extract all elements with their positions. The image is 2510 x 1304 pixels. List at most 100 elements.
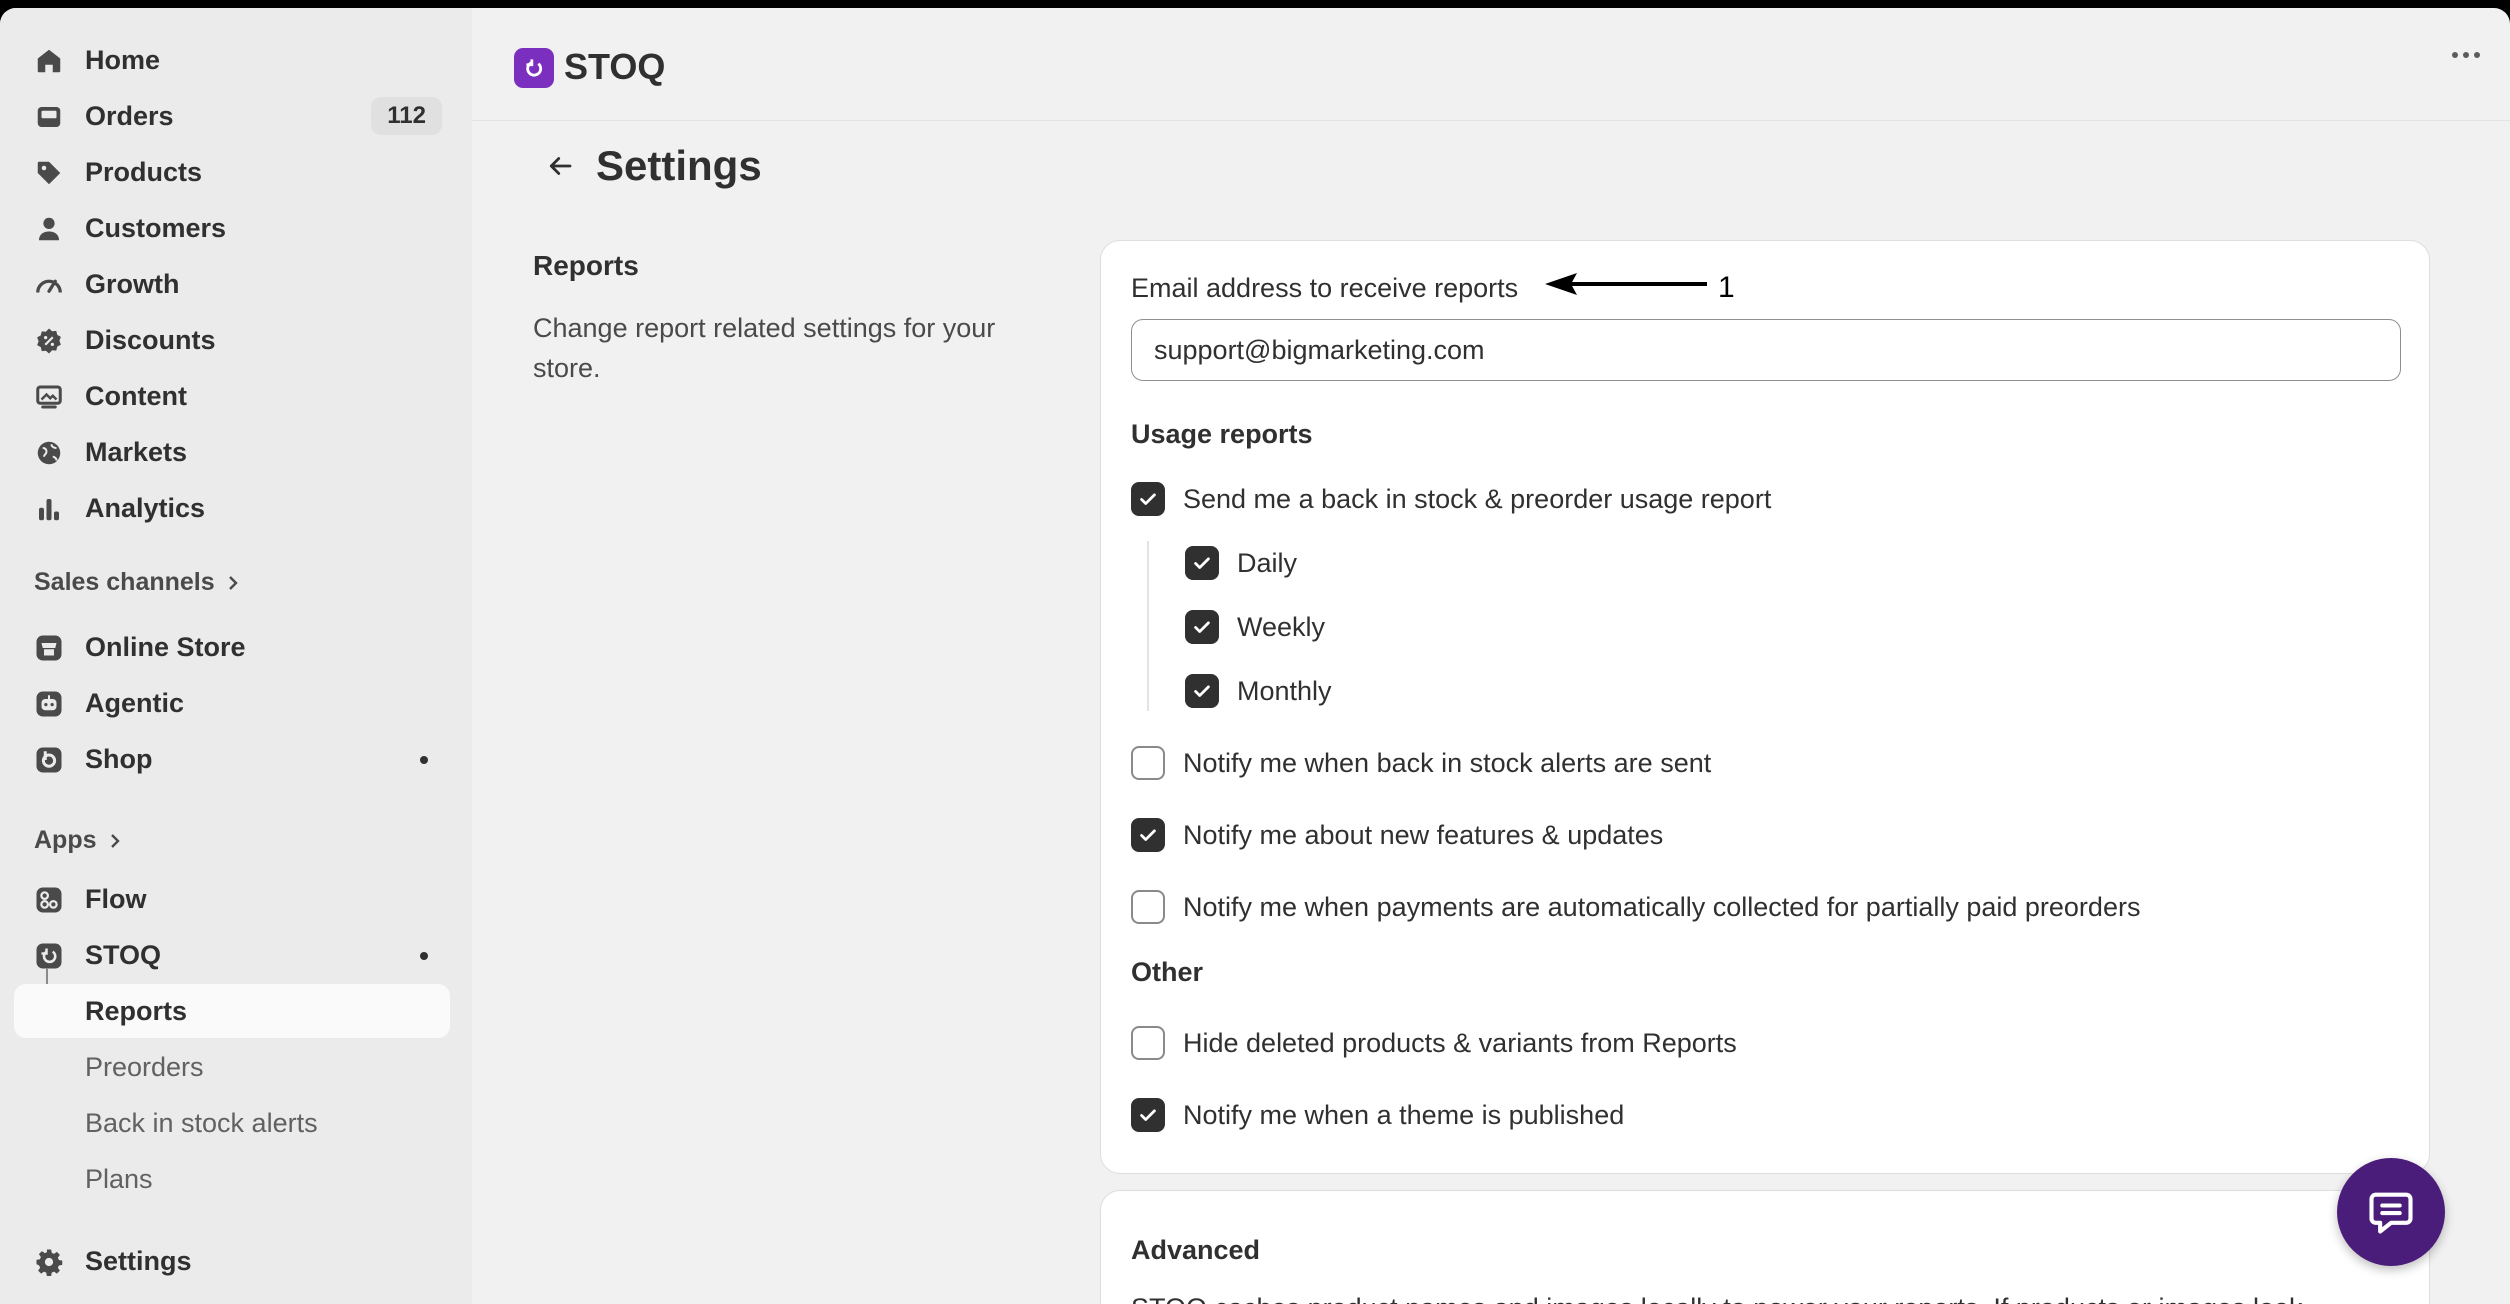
checkbox[interactable] [1131, 1098, 1165, 1132]
status-dot [420, 756, 428, 764]
monthly-checkbox-row[interactable]: Monthly [1185, 673, 1332, 709]
checkbox[interactable] [1185, 610, 1219, 644]
advanced-description: STOQ caches product names and images loc… [1131, 1293, 2303, 1304]
daily-checkbox-row[interactable]: Daily [1185, 545, 1297, 581]
app-header: STOQ [472, 8, 2510, 121]
page-title: Settings [596, 142, 762, 189]
discount-icon [34, 326, 64, 356]
sidebar-item-markets[interactable]: Markets [14, 425, 450, 479]
hide-deleted-checkbox-row[interactable]: Hide deleted products & variants from Re… [1131, 1025, 1737, 1061]
sidebar-subitem-reports[interactable]: Reports [14, 984, 450, 1038]
checkbox[interactable] [1131, 746, 1165, 780]
sidebar-item-label: Content [85, 380, 187, 411]
gauge-icon [34, 270, 64, 300]
sidebar-item-label: Shop [85, 743, 153, 774]
advanced-settings-card: Advanced STOQ caches product names and i… [1100, 1190, 2430, 1304]
email-field-label: Email address to receive reports [1131, 273, 1519, 303]
back-button[interactable] [540, 146, 580, 186]
sidebar-item-orders[interactable]: Orders 112 [14, 89, 450, 143]
robot-icon [34, 689, 64, 719]
sidebar-item-label: Discounts [85, 324, 216, 355]
gear-icon [34, 1247, 64, 1277]
sidebar-item-online-store[interactable]: Online Store [14, 620, 450, 674]
sales-channels-label: Sales channels [34, 568, 215, 596]
chevron-right-icon [228, 575, 238, 590]
checkbox[interactable] [1131, 890, 1165, 924]
checkbox[interactable] [1185, 674, 1219, 708]
sidebar-item-label: Markets [85, 436, 188, 467]
sidebar-item-label: Reports [85, 995, 188, 1026]
annotation-number: 1 [1718, 271, 1735, 304]
checkbox-label: Hide deleted products & variants from Re… [1183, 1027, 1737, 1058]
notify-alerts-checkbox-row[interactable]: Notify me when back in stock alerts are … [1131, 745, 1711, 781]
globe-icon [34, 438, 64, 468]
section-title: Reports [533, 250, 639, 281]
annotation-arrow-icon [1545, 273, 1707, 295]
sidebar-item-home[interactable]: Home [14, 33, 450, 87]
usage-reports-heading: Usage reports [1131, 419, 1313, 449]
more-actions-button[interactable] [2452, 52, 2480, 58]
apps-label: Apps [34, 826, 97, 854]
sidebar-item-label: STOQ [85, 939, 162, 970]
sidebar-subitem-back-in-stock-alerts[interactable]: Back in stock alerts [14, 1096, 450, 1150]
sidebar-item-label: Plans [85, 1163, 153, 1194]
sidebar-item-label: Flow [85, 883, 147, 914]
dot-icon [2474, 52, 2480, 58]
store-icon [34, 633, 64, 663]
stoq-icon [34, 941, 64, 971]
checkbox[interactable] [1131, 818, 1165, 852]
sidebar-item-flow[interactable]: Flow [14, 872, 450, 926]
sidebar-item-content[interactable]: Content [14, 369, 450, 423]
email-field[interactable] [1131, 319, 2401, 381]
sidebar-item-stoq[interactable]: STOQ [14, 928, 450, 982]
checkbox-label: Notify me about new features & updates [1183, 819, 1664, 850]
apps-heading[interactable]: Apps [34, 826, 123, 855]
weekly-checkbox-row[interactable]: Weekly [1185, 609, 1325, 645]
sidebar-item-agentic[interactable]: Agentic [14, 676, 450, 730]
checkbox[interactable] [1131, 1026, 1165, 1060]
checkbox-label: Notify me when a theme is published [1183, 1099, 1625, 1130]
check-icon [1140, 829, 1156, 841]
sidebar-item-products[interactable]: Products [14, 145, 450, 199]
sidebar-item-discounts[interactable]: Discounts [14, 313, 450, 367]
sidebar-item-label: Analytics [85, 492, 206, 523]
chevron-right-icon [110, 833, 120, 848]
check-icon [1194, 621, 1210, 633]
sidebar: Home Orders 112 Products Customers Growt… [0, 8, 472, 1304]
home-icon [34, 46, 64, 76]
reports-settings-card: Email address to receive reports 1 Usage… [1100, 240, 2430, 1174]
status-dot [420, 952, 428, 960]
sidebar-subitem-plans[interactable]: Plans [14, 1152, 450, 1206]
sidebar-item-shop[interactable]: Shop [14, 732, 450, 786]
checkbox[interactable] [1185, 546, 1219, 580]
arrow-left-icon [549, 157, 572, 175]
person-icon [34, 214, 64, 244]
checkbox-label: Send me a back in stock & preorder usage… [1183, 483, 1772, 514]
sales-channels-heading[interactable]: Sales channels [34, 568, 241, 597]
other-heading: Other [1131, 957, 1204, 987]
sidebar-item-analytics[interactable]: Analytics [14, 481, 450, 535]
sidebar-item-label: Online Store [85, 631, 246, 662]
sidebar-item-growth[interactable]: Growth [14, 257, 450, 311]
chat-icon [2369, 1192, 2413, 1234]
sidebar-item-label: Customers [85, 212, 227, 243]
sidebar-item-label: Home [85, 44, 161, 75]
section-description: Change report related settings for your … [533, 313, 996, 383]
chat-button[interactable] [2337, 1158, 2445, 1266]
dot-icon [2452, 52, 2458, 58]
sidebar-item-label: Agentic [85, 687, 185, 718]
checkbox[interactable] [1131, 482, 1165, 516]
sidebar-item-customers[interactable]: Customers [14, 201, 450, 255]
sidebar-subitem-preorders[interactable]: Preorders [14, 1040, 450, 1094]
app-title: STOQ [564, 46, 666, 87]
image-icon [34, 382, 64, 412]
checkbox-label: Notify me when back in stock alerts are … [1183, 747, 1712, 778]
stoq-logo-icon [514, 48, 554, 88]
app-window: Home Orders 112 Products Customers Growt… [0, 8, 2510, 1304]
notify-features-checkbox-row[interactable]: Notify me about new features & updates [1131, 817, 1663, 853]
usage-report-checkbox-row[interactable]: Send me a back in stock & preorder usage… [1131, 481, 1771, 517]
sidebar-item-settings[interactable]: Settings [14, 1234, 450, 1288]
sidebar-item-label: Preorders [85, 1051, 204, 1082]
notify-payments-checkbox-row[interactable]: Notify me when payments are automaticall… [1131, 889, 2140, 925]
theme-published-checkbox-row[interactable]: Notify me when a theme is published [1131, 1097, 1624, 1133]
